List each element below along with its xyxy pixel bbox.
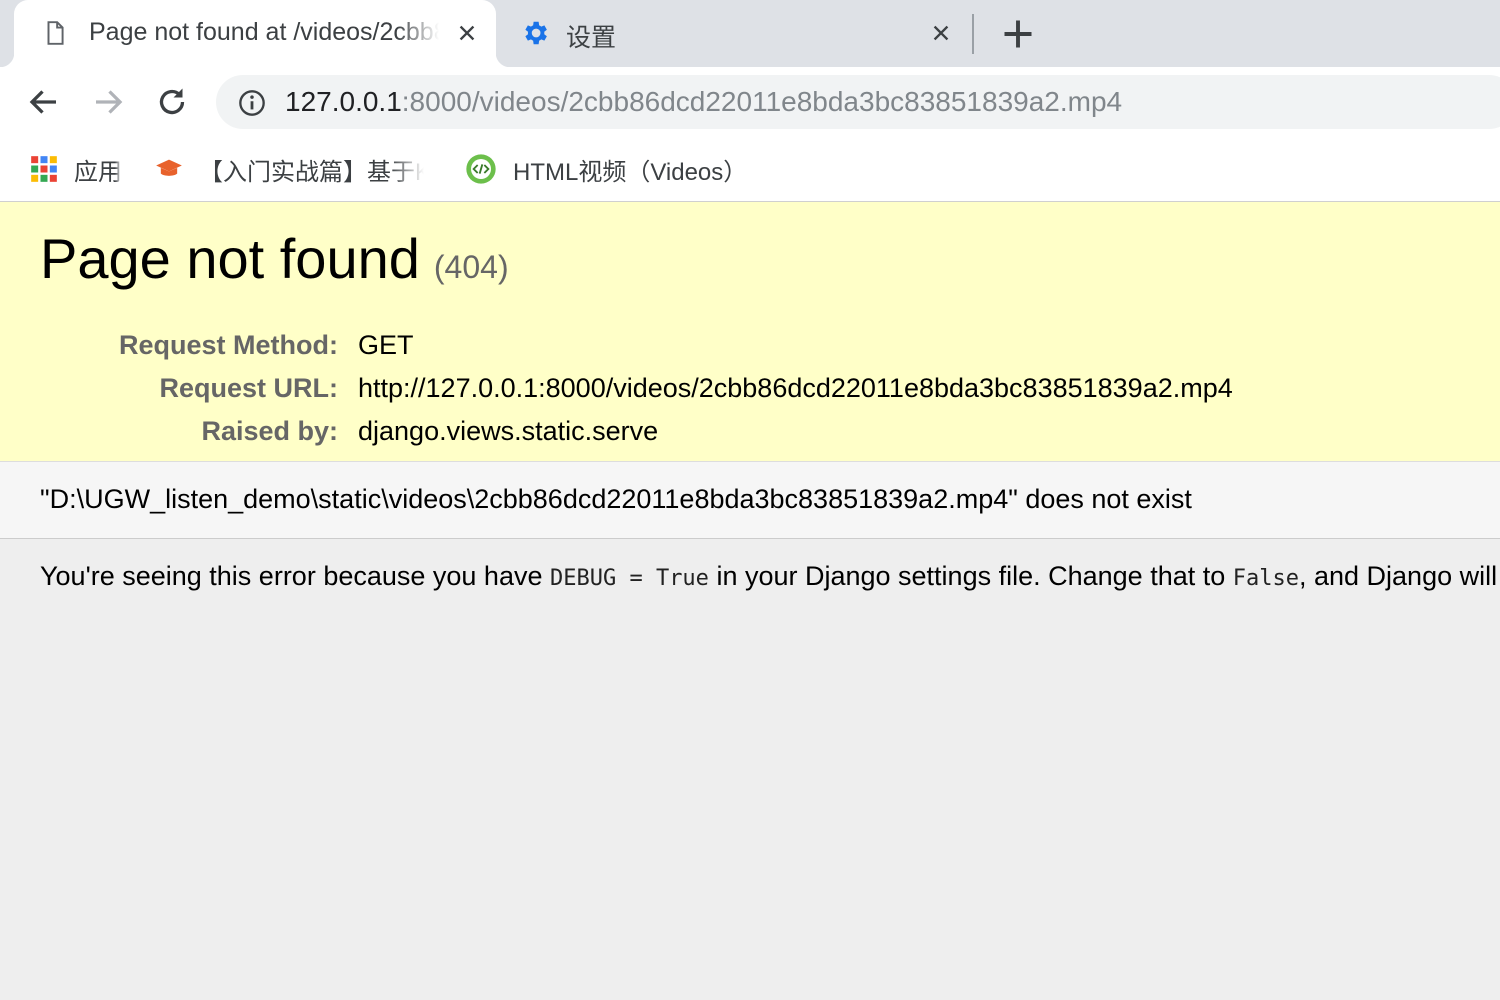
debug-code: DEBUG = True: [549, 566, 709, 591]
tab-title: 设置: [566, 24, 617, 52]
new-tab-plus-icon[interactable]: [1000, 16, 1036, 52]
back-arrow-icon[interactable]: [26, 84, 62, 120]
gear-icon: [525, 21, 547, 45]
bookmark-html-videos[interactable]: HTML视频（Videos）: [465, 137, 791, 201]
meta-row: Request Method: GET: [40, 324, 1233, 367]
url-text: 127.0.0.1:8000/videos/2cbb86dcd22011e8bd…: [285, 86, 1122, 118]
bookmark-apps[interactable]: 应用: [30, 137, 122, 201]
browser-toolbar: 127.0.0.1:8000/videos/2cbb86dcd22011e8bd…: [0, 67, 1500, 137]
apps-grid-icon: [31, 156, 57, 182]
graduation-cap-icon: [156, 159, 182, 176]
meta-value: GET: [358, 330, 414, 360]
tab-title: Page not found at /videos/2cbb86dcd22011…: [89, 18, 439, 46]
site-info-icon[interactable]: [238, 89, 266, 117]
bookmark-label: HTML视频（Videos）: [513, 158, 748, 186]
meta-label: Request Method:: [119, 330, 338, 360]
meta-row: Raised by: django.views.static.serve: [40, 410, 1233, 453]
document-icon: [47, 21, 64, 45]
reload-icon[interactable]: [154, 84, 190, 120]
tab-page-not-found[interactable]: Page not found at /videos/2cbb86dcd22011…: [0, 0, 510, 67]
bookmarks-bar: 应用 【入门实战篇】基于K HTML视频（Videos）: [0, 137, 1500, 202]
false-code: False: [1232, 566, 1299, 591]
tab-strip: Page not found at /videos/2cbb86dcd22011…: [0, 0, 1500, 67]
request-meta-table: Request Method: GET Request URL: http://…: [40, 324, 1233, 453]
debug-explanation: You're seeing this error because you hav…: [0, 539, 1500, 592]
status-code: (404): [433, 249, 509, 285]
explanation-text: in your Django settings file. Change tha…: [708, 561, 1233, 591]
close-tab-icon[interactable]: [930, 22, 952, 44]
meta-label: Request URL:: [159, 373, 338, 403]
address-bar[interactable]: 127.0.0.1:8000/videos/2cbb86dcd22011e8bd…: [216, 75, 1500, 129]
meta-value: http://127.0.0.1:8000/videos/2cbb86dcd22…: [358, 373, 1233, 403]
error-summary: Page not found (404) Request Method: GET …: [0, 202, 1500, 462]
code-badge-icon: [466, 154, 496, 184]
bookmark-course[interactable]: 【入门实战篇】基于K: [155, 137, 424, 201]
error-title: Page not found: [40, 227, 420, 290]
bookmark-label: 应用: [74, 158, 122, 186]
bookmark-label: 【入门实战篇】基于K: [199, 158, 424, 186]
meta-row: Request URL: http://127.0.0.1:8000/video…: [40, 367, 1233, 410]
meta-value: django.views.static.serve: [358, 416, 659, 446]
tab-separator: [972, 14, 974, 54]
page-title: Page not found (404): [40, 224, 1500, 302]
url-path: :8000/videos/2cbb86dcd22011e8bda3bc83851…: [401, 86, 1123, 117]
error-message: "D:\UGW_listen_demo\static\videos\2cbb86…: [0, 462, 1500, 539]
explanation-text: , and Django will display a standard 404…: [1298, 561, 1500, 591]
close-tab-icon[interactable]: [456, 22, 478, 44]
tab-settings[interactable]: 设置: [506, 0, 966, 67]
explanation-text: You're seeing this error because you hav…: [40, 561, 550, 591]
url-host: 127.0.0.1: [285, 86, 402, 117]
forward-arrow-icon[interactable]: [90, 84, 126, 120]
meta-label: Raised by:: [201, 416, 338, 446]
